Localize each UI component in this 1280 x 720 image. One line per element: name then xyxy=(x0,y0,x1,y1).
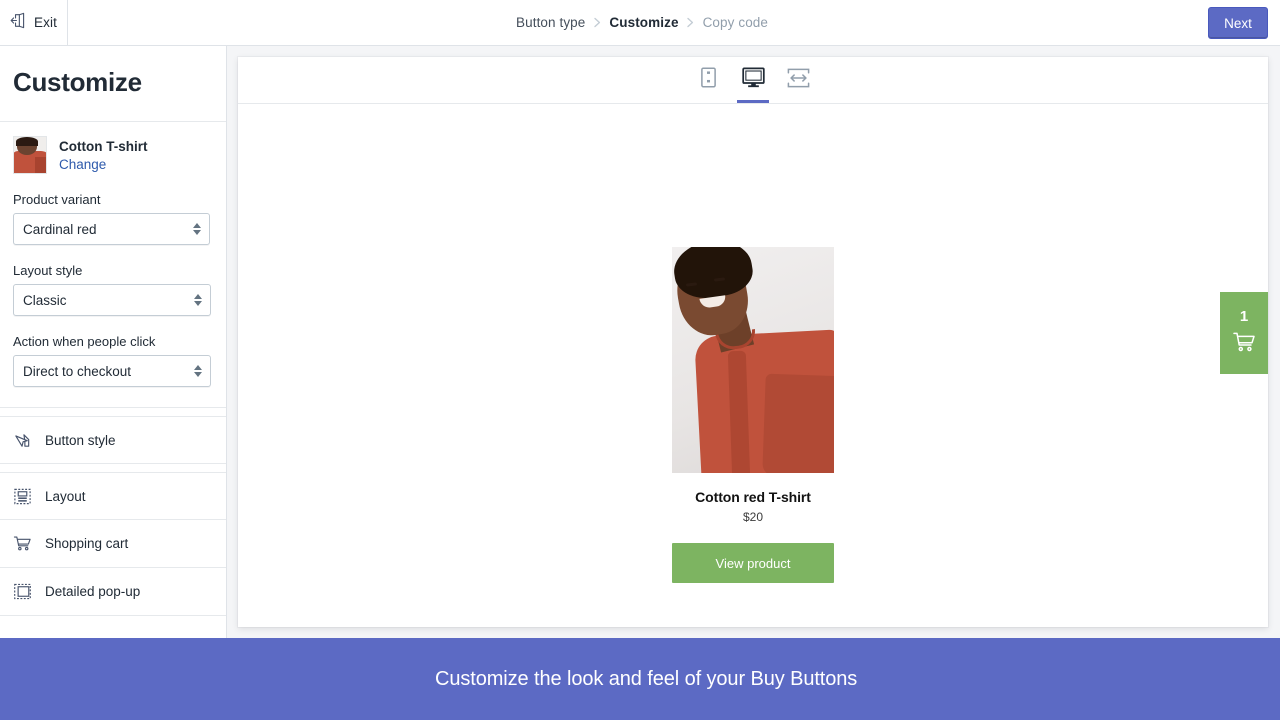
next-button[interactable]: Next xyxy=(1208,7,1268,39)
stepper-icon xyxy=(194,294,202,306)
responsive-width-icon xyxy=(787,68,810,93)
sidebar-item-label: Button style xyxy=(45,432,116,448)
chevron-right-icon xyxy=(679,17,703,28)
breadcrumb-item-button-type[interactable]: Button type xyxy=(516,15,585,30)
preview-stage: Cotton red T-shirt $20 View product 1 xyxy=(227,46,1280,638)
layout-grid-icon xyxy=(13,487,32,506)
cart-count-badge: 1 xyxy=(1239,308,1249,325)
field-layout-style: Layout style Classic xyxy=(0,263,226,316)
field-label: Product variant xyxy=(13,192,101,207)
product-name: Cotton T-shirt xyxy=(59,138,148,154)
cursor-click-icon xyxy=(13,431,32,450)
exit-door-icon xyxy=(10,12,27,34)
sidebar-item-label: Layout xyxy=(45,488,86,504)
top-bar: Exit Button type Customize Copy code Nex… xyxy=(0,0,1280,46)
device-toggle-mobile[interactable] xyxy=(692,57,724,103)
select-value: Direct to checkout xyxy=(23,363,132,379)
woman-in-red-tshirt-photo xyxy=(672,247,834,473)
field-click-action: Action when people click Direct to check… xyxy=(0,334,226,387)
selected-product: Cotton T-shirt Change xyxy=(0,122,226,174)
product-thumbnail xyxy=(13,136,47,174)
preview-body: Cotton red T-shirt $20 View product 1 xyxy=(238,104,1268,626)
click-action-select[interactable]: Direct to checkout xyxy=(13,355,211,387)
sidebar-item-shopping-cart[interactable]: Shopping cart xyxy=(0,520,226,568)
breadcrumb-item-copy-code[interactable]: Copy code xyxy=(703,15,768,30)
field-label: Action when people click xyxy=(13,334,156,349)
field-label: Layout style xyxy=(13,263,83,278)
sidebar-item-label: Detailed pop-up xyxy=(45,584,141,599)
exit-label: Exit xyxy=(34,15,57,30)
shopping-cart-icon xyxy=(1232,331,1256,358)
sidebar-item-detailed-popup[interactable]: Detailed pop-up xyxy=(0,568,226,616)
buy-button-preview: Cotton red T-shirt $20 View product xyxy=(672,247,834,583)
shopping-cart-icon xyxy=(13,534,32,553)
sidebar-item-layout[interactable]: Layout xyxy=(0,472,226,520)
device-toggle-desktop[interactable] xyxy=(737,57,769,103)
banner-headline: Customize the look and feel of your Buy … xyxy=(435,667,858,690)
select-value: Classic xyxy=(23,292,67,308)
view-product-button[interactable]: View product xyxy=(672,543,834,583)
preview-card: Cotton red T-shirt $20 View product 1 xyxy=(238,57,1268,627)
popup-window-icon xyxy=(13,582,32,601)
preview-product-price: $20 xyxy=(742,510,764,524)
exit-button[interactable]: Exit xyxy=(0,0,68,45)
bottom-banner: Customize the look and feel of your Buy … xyxy=(0,638,1280,720)
layout-style-select[interactable]: Classic xyxy=(13,284,211,316)
field-product-variant: Product variant Cardinal red xyxy=(0,192,226,245)
product-variant-select[interactable]: Cardinal red xyxy=(13,213,210,245)
cart-tab[interactable]: 1 xyxy=(1220,292,1268,374)
breadcrumb: Button type Customize Copy code xyxy=(516,0,768,45)
select-value: Cardinal red xyxy=(23,221,97,237)
stepper-icon xyxy=(193,223,201,235)
sidebar: Customize Cotton T-shirt Change Product … xyxy=(0,46,227,638)
breadcrumb-item-customize[interactable]: Customize xyxy=(609,15,678,30)
sidebar-divider xyxy=(0,407,226,408)
page-title: Customize xyxy=(13,67,142,97)
stepper-icon xyxy=(194,365,202,377)
desktop-monitor-icon xyxy=(741,67,765,93)
device-toggle-responsive[interactable] xyxy=(782,57,814,103)
sidebar-item-button-style[interactable]: Button style xyxy=(0,416,226,464)
mobile-phone-icon xyxy=(700,67,717,93)
chevron-right-icon xyxy=(585,17,609,28)
device-toolbar xyxy=(238,57,1268,104)
preview-product-title: Cotton red T-shirt xyxy=(695,489,811,505)
sidebar-item-label: Shopping cart xyxy=(45,536,129,551)
change-product-link[interactable]: Change xyxy=(59,157,147,172)
